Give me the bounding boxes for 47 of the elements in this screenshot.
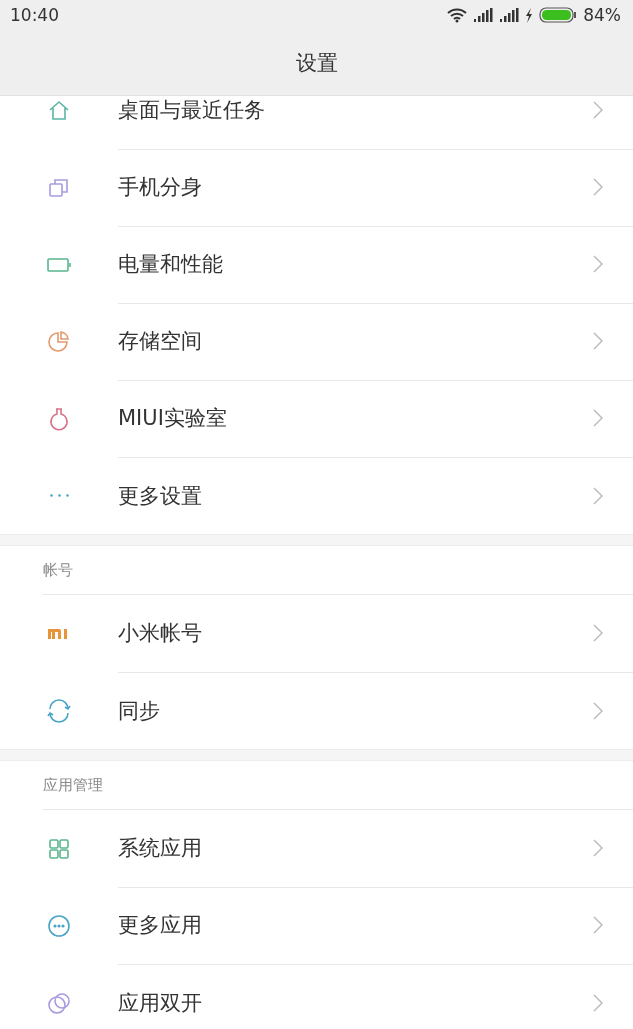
item-label: 更多设置 [118, 482, 202, 510]
battery-icon [539, 7, 578, 23]
item-label: 同步 [118, 697, 160, 725]
more-circle-icon [46, 912, 72, 939]
settings-item[interactable]: MIUI实验室 [0, 380, 633, 457]
item-label: 系统应用 [118, 835, 202, 862]
chevron-right-icon [593, 624, 603, 642]
item-label: 小米帐号 [118, 620, 202, 647]
chevron-right-icon [593, 993, 603, 1012]
sync-icon [46, 697, 72, 724]
charging-icon [525, 7, 534, 23]
pie-chart-icon [46, 328, 72, 355]
chevron-right-icon [593, 178, 603, 196]
chevron-right-icon [593, 409, 603, 427]
chevron-right-icon [593, 839, 603, 857]
signal-icon [473, 8, 494, 22]
settings-item[interactable]: 更多应用 [0, 887, 633, 964]
settings-item[interactable]: 小米帐号 [0, 595, 633, 672]
settings-item[interactable]: 应用双开 [0, 964, 633, 1029]
item-label: MIUI实验室 [118, 405, 227, 432]
settings-item[interactable]: 电量和性能 [0, 226, 633, 303]
chevron-right-icon [593, 701, 603, 720]
more-dots-icon [49, 494, 69, 497]
section-header: 帐号 [43, 560, 73, 580]
settings-item[interactable]: 桌面与最近任务 [0, 96, 633, 149]
item-label: 应用双开 [118, 989, 202, 1017]
status-time: 10:40 [10, 5, 59, 25]
chevron-right-icon [593, 101, 603, 119]
settings-item[interactable]: 手机分身 [0, 149, 633, 226]
settings-item[interactable]: 更多设置 [0, 457, 633, 534]
battery-percent: 84% [583, 5, 621, 25]
chevron-right-icon [593, 255, 603, 273]
item-label: 桌面与最近任务 [118, 97, 265, 124]
settings-item[interactable]: 系统应用 [0, 810, 633, 887]
item-label: 电量和性能 [118, 251, 223, 278]
section-header: 应用管理 [43, 775, 103, 795]
wifi-icon [447, 7, 468, 23]
chevron-right-icon [593, 332, 603, 350]
item-label: 存储空间 [118, 328, 202, 355]
settings-item[interactable]: 同步 [0, 672, 633, 749]
chevron-right-icon [593, 916, 603, 934]
item-label: 更多应用 [118, 912, 202, 939]
item-label: 手机分身 [118, 174, 202, 201]
chevron-right-icon [593, 486, 603, 505]
settings-item[interactable]: 存储空间 [0, 303, 633, 380]
signal-icon [499, 8, 520, 22]
page-title: 设置 [295, 49, 338, 77]
